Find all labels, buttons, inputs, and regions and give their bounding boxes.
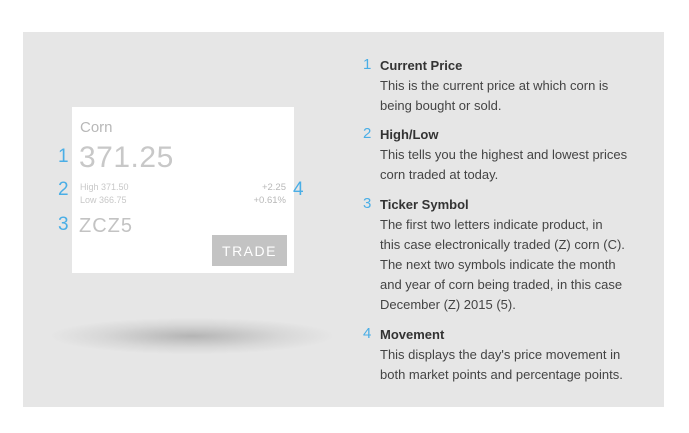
trade-button[interactable]: TRADE	[212, 235, 287, 266]
legend-number: 2	[363, 125, 372, 142]
legend-line: The first two letters indicate product, …	[380, 217, 603, 232]
legend-line: The next two symbols indicate the month	[380, 257, 616, 272]
callout-number-4: 4	[293, 179, 304, 200]
legend-number: 3	[363, 195, 372, 212]
legend-title: Current Price	[380, 58, 463, 73]
legend-number: 4	[363, 325, 372, 342]
legend-item: 3 Ticker Symbol The first two letters in…	[360, 195, 650, 315]
legend-line: this case electronically traded (Z) corn…	[380, 237, 625, 252]
callout-number-1: 1	[58, 146, 69, 167]
legend-line: This tells you the highest and lowest pr…	[380, 147, 628, 162]
legend-line: This is the current price at which corn …	[380, 78, 609, 93]
legend-line: This displays the day's price movement i…	[380, 347, 621, 362]
commodity-name: Corn	[80, 119, 113, 136]
legend-list: 1 Current Price This is the current pric…	[360, 56, 650, 385]
legend-number: 1	[363, 56, 372, 73]
card-shadow	[52, 318, 332, 354]
callout-number-2: 2	[58, 179, 69, 200]
legend-item: 4 Movement This displays the day's price…	[360, 325, 650, 385]
legend-item: 2 High/Low This tells you the highest an…	[360, 125, 650, 185]
change-points: +2.25	[261, 182, 286, 193]
legend-title: Ticker Symbol	[380, 197, 469, 212]
legend-line: being bought or sold.	[380, 98, 502, 113]
callout-number-3: 3	[58, 214, 69, 235]
legend-title: Movement	[380, 327, 445, 342]
legend-line: and year of corn being traded, in this c…	[380, 277, 623, 292]
legend-line: December (Z) 2015 (5).	[380, 297, 516, 312]
legend-item: 1 Current Price This is the current pric…	[360, 56, 650, 116]
ticker-symbol: ZCZ5	[79, 215, 133, 237]
low-price: Low 366.75	[80, 195, 127, 205]
quote-card: Corn 371.25 High 371.50 Low 366.75 +2.25…	[72, 107, 294, 273]
legend-line: corn traded at today.	[380, 167, 499, 182]
legend-title: High/Low	[380, 127, 439, 142]
high-price: High 371.50	[80, 182, 129, 192]
current-price: 371.25	[79, 141, 174, 174]
change-percent: +0.61%	[253, 195, 287, 206]
legend-line: both market points and percentage points…	[380, 367, 623, 382]
